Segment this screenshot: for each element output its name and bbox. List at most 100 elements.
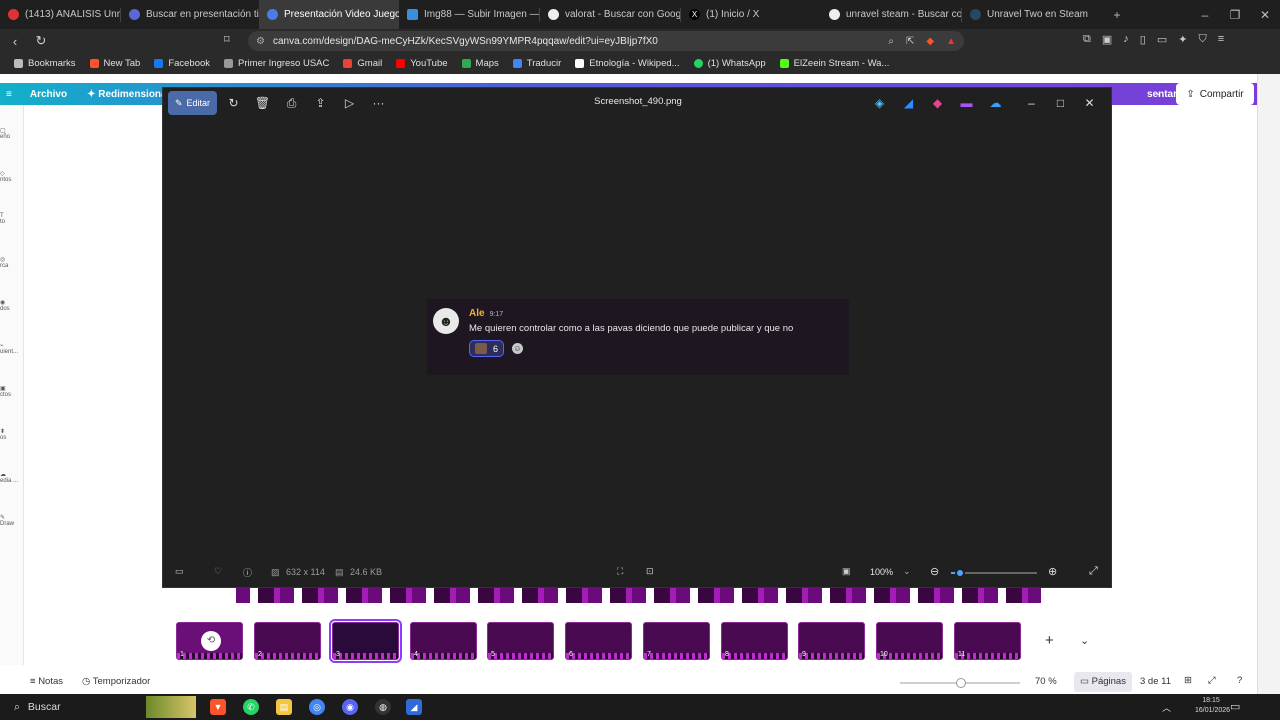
slide-thumbnail[interactable]: 7 [643,622,710,660]
tab-youtube[interactable]: (1413) ANALISIS Unravel 2 - La [0,0,120,29]
chevron-down-icon[interactable]: ⌄ [1080,634,1089,647]
help-icon[interactable]: ? [1237,675,1242,686]
info-icon[interactable]: ⓘ [243,566,252,579]
side-item[interactable]: ▢ eño [0,127,22,140]
restore-window-icon[interactable]: ❐ [1220,8,1250,22]
favorite-icon[interactable]: ♡ [214,566,222,577]
slide-thumbnail[interactable]: 5 [487,622,554,660]
side-item[interactable]: ✎ Draw [0,514,22,527]
slide-thumbnail[interactable]: 6 [565,622,632,660]
url-bar[interactable]: ⚙ canva.com/design/DAG-meCyHZk/KecSVgyWS… [248,31,964,51]
site-info-icon[interactable]: ⚙ [256,36,265,47]
delete-icon[interactable]: 🗑 [248,91,277,115]
slide-thumbnail-selected[interactable]: 3 [329,619,402,663]
tab-x-inicio[interactable]: X (1) Inicio / X [681,0,821,29]
fullscreen-icon[interactable]: ⤢ [1208,675,1216,686]
share-icon[interactable]: ⇱ [906,36,914,47]
page-scrollbar[interactable] [1257,74,1280,694]
tab-google-unravel[interactable]: unravel steam - Buscar con Go [821,0,961,29]
reload-icon[interactable]: ↻ [32,33,50,49]
bookmark-item[interactable]: Bookmarks [14,58,76,69]
bookmark-item[interactable]: New Tab [89,58,140,69]
bookmark-item[interactable]: Facebook [154,58,210,69]
side-item[interactable]: ▣ ctos [0,385,22,398]
close-icon[interactable]: ✕ [1075,91,1104,115]
fit-icon[interactable]: ▣ [842,566,851,577]
grid-view-icon[interactable]: ⊞ [1184,675,1192,686]
side-item[interactable]: ◎ rca [0,256,22,269]
add-page-button[interactable]: + [1045,632,1054,649]
sidebar-icon[interactable]: ▯ [1140,33,1146,46]
print-icon[interactable]: ⎙ [277,91,306,115]
whatsapp-icon[interactable]: ✆ [243,699,259,715]
copilot-icon[interactable]: ◈ [865,91,894,115]
zoom-level[interactable]: 100% [870,567,893,577]
bookmark-item[interactable]: Maps [461,58,499,69]
minimize-window-icon[interactable]: – [1190,8,1220,22]
more-options-icon[interactable]: ··· [364,91,393,115]
side-item[interactable]: Tto [0,213,22,225]
crop-icon[interactable]: ⛶ [617,566,623,577]
designer-icon[interactable]: ◢ [894,91,923,115]
side-item[interactable]: ◉ dos [0,299,22,312]
new-tab-button[interactable]: + [1102,8,1132,22]
rotate-icon[interactable]: ↻ [219,91,248,115]
cloud-icon[interactable]: ☁ [981,91,1010,115]
side-item[interactable]: ⬍ os [0,428,22,441]
chevron-down-icon[interactable]: ⌄ [1154,87,1162,98]
side-item[interactable]: ☁ edia ... [0,471,22,484]
chrome-icon[interactable]: ◎ [309,699,325,715]
notes-button[interactable]: ≡ Notas [30,676,63,687]
minimize-icon[interactable]: – [1017,91,1046,115]
bookmark-item[interactable]: Etnología - Wikiped... [575,58,680,69]
zoom-slider[interactable] [951,568,1037,578]
music-icon[interactable]: ♪ [1123,33,1129,46]
slide-thumbnail[interactable]: 2 [254,622,321,660]
file-explorer-icon[interactable]: ▤ [276,699,292,715]
close-window-icon[interactable]: ✕ [1250,8,1280,22]
pages-button[interactable]: ▭ Páginas [1074,672,1132,692]
bookmark-item[interactable]: ElZeein Stream - Wa... [779,58,889,69]
bookmark-item[interactable]: YouTube [396,58,448,69]
edit-button[interactable]: ✎ Editar [168,91,217,115]
slide-thumbnail[interactable]: 4 [410,622,477,660]
extensions-icon[interactable]: ⧉ [1083,33,1091,46]
notification-icon[interactable]: ▭ [1230,700,1240,713]
photos-icon[interactable]: ◢ [406,699,422,715]
brave-browser-icon[interactable]: ▼ [210,699,226,715]
obs-icon[interactable]: ◍ [375,699,391,715]
timer-button[interactable]: ◷ Temporizador [82,676,150,687]
tab-canva-presentation[interactable]: Presentación Video Juego ✕ [259,0,399,29]
tab-canva-search[interactable]: Buscar en presentación tipo vi [121,0,259,29]
side-item[interactable]: ⌁ uient... [0,342,22,355]
slide-thumbnail[interactable]: 8 [721,622,788,660]
chevron-down-icon[interactable]: ⌄ [903,566,911,577]
ocr-icon[interactable]: ⊡ [646,566,654,577]
tab-steam[interactable]: Unravel Two en Steam [962,0,1102,29]
canvas-zoom-slider[interactable] [900,678,1020,688]
tab-img88[interactable]: Img88 — Subir Imagen — Alo [399,0,539,29]
brave-rewards-icon[interactable]: ▲ [946,36,956,47]
taskbar-search[interactable]: ⌕ Buscar [14,696,196,718]
zoom-out-icon[interactable]: ⊖ [930,565,939,578]
zoom-in-icon[interactable]: ⊕ [1048,565,1057,578]
wallet-icon[interactable]: ▭ [1157,33,1167,46]
discord-icon[interactable]: ◉ [342,699,358,715]
taskbar-clock[interactable]: 18:15 16/01/2026 [1195,696,1230,716]
vpn-icon[interactable]: ⛉ [1198,33,1206,46]
tab-search-icon[interactable]: ▣ [1102,33,1112,46]
fullscreen-icon[interactable]: ⤢ [1089,565,1098,578]
menu-icon[interactable]: ≡ [6,89,12,100]
slide-thumbnail[interactable]: 11 [954,622,1021,660]
maximize-icon[interactable]: □ [1046,91,1075,115]
file-menu[interactable]: Archivo [30,89,67,100]
video-editor-icon[interactable]: ▬ [952,91,981,115]
tab-google-valorat[interactable]: valorat - Buscar con Google [540,0,680,29]
resize-button[interactable]: ✦ Redimensionar [87,89,170,100]
slide-thumbnail[interactable]: ⟲ 1 [176,622,243,660]
bookmark-page-icon[interactable]: ⌑ [224,33,230,46]
bookmark-item[interactable]: (1) WhatsApp [693,58,766,69]
share-button[interactable]: ⇪ Compartir [1176,83,1254,105]
zoom-icon[interactable]: ⌕ [888,36,894,47]
slideshow-icon[interactable]: ▷ [335,91,364,115]
